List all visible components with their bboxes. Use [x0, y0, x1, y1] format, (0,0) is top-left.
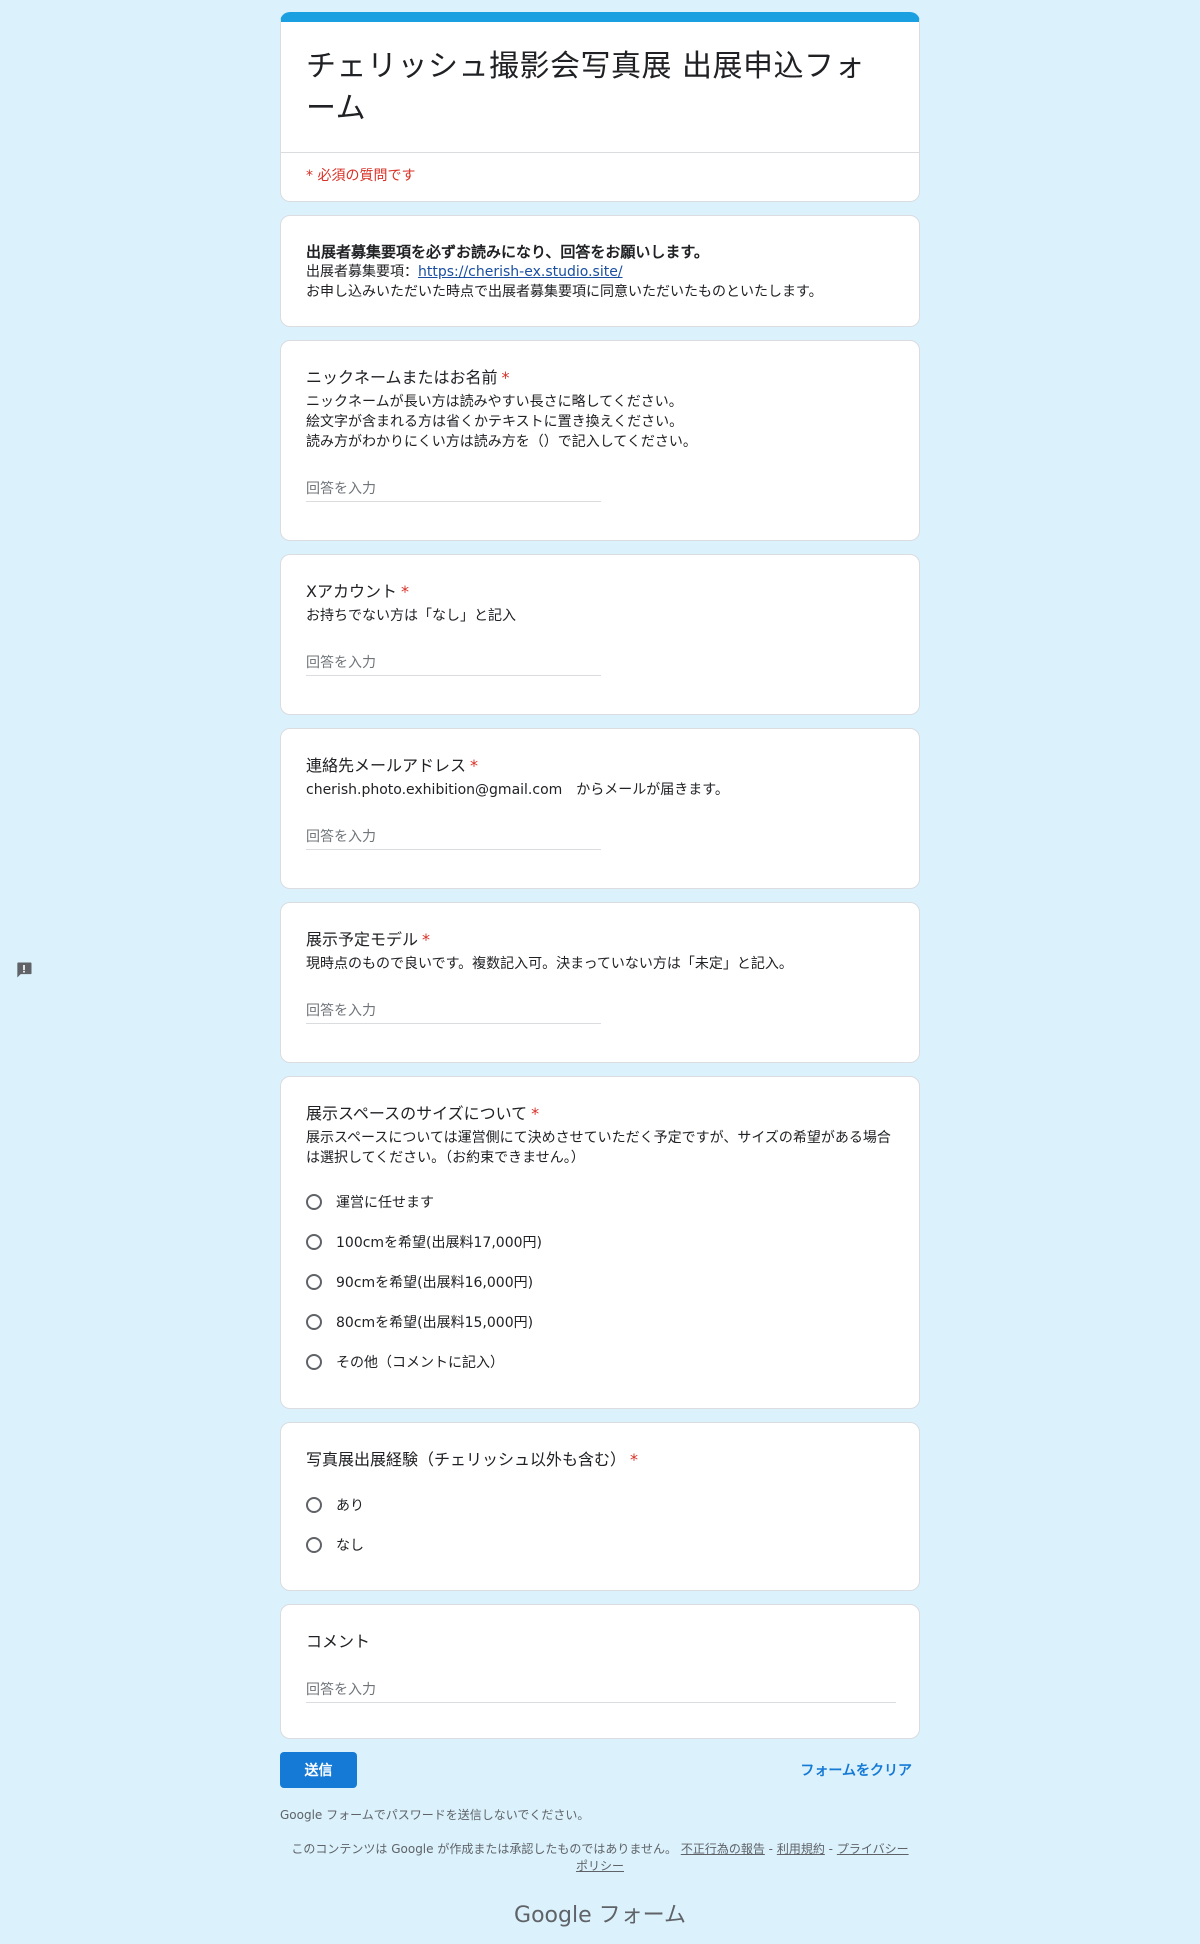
radio-button[interactable]: [306, 1497, 322, 1513]
question-space-card: 展示スペースのサイズについて * 展示スペースについては運営側にて決めさせていただ…: [280, 1076, 920, 1409]
clear-form-button[interactable]: フォームをクリア: [800, 1760, 912, 1780]
question-help: ニックネームが長い方は読みやすい長さに略してください。 絵文字が含まれる方は省く…: [306, 392, 894, 452]
question-email-card: 連絡先メールアドレス * cherish.photo.exhibition@gma…: [280, 728, 920, 889]
question-experience-title: 写真展出展経験（チェリッシュ以外も含む）: [306, 1450, 627, 1469]
required-star: *: [400, 582, 409, 601]
question-name-card: ニックネームまたはお名前 * ニックネームが長い方は読みやすい長さに略してください…: [280, 340, 920, 541]
question-model-help: 現時点のもので良いです。複数記入可。決まっていない方は「未定」と記入。: [306, 956, 793, 972]
radio-button[interactable]: [306, 1274, 322, 1290]
x-account-input[interactable]: 回答を入力: [306, 652, 601, 676]
required-star: *: [630, 1450, 639, 1469]
footer-separator: -: [768, 1842, 773, 1856]
guidelines-link[interactable]: https://cherish-ex.studio.site/: [418, 264, 623, 280]
question-title: Xアカウント *: [306, 581, 894, 603]
question-title: 写真展出展経験（チェリッシュ以外も含む） *: [306, 1449, 894, 1471]
radio-group-space: 運営に任せます 100cmを希望(出展料17,000円) 90cmを希望(出展料…: [306, 1182, 894, 1382]
radio-group-experience: あり なし: [306, 1485, 894, 1565]
description-link-prefix: 出展者募集要項：: [306, 264, 418, 280]
disclaimer-text: このコンテンツは Google が作成または承認したものではありません。: [291, 1842, 677, 1856]
description-link-line: 出展者募集要項：https://cherish-ex.studio.site/: [306, 262, 894, 282]
question-email-help: cherish.photo.exhibition@gmail.com からメール…: [306, 782, 729, 798]
terms-link[interactable]: 利用規約: [777, 1842, 825, 1856]
radio-option[interactable]: その他（コメントに記入）: [306, 1342, 894, 1382]
radio-label: 90cmを希望(出展料16,000円): [336, 1275, 534, 1291]
question-x-account-title: Xアカウント: [306, 582, 397, 601]
radio-option[interactable]: 80cmを希望(出展料15,000円): [306, 1302, 894, 1342]
radio-label: あり: [336, 1498, 364, 1514]
question-space-help: 展示スペースについては運営側にて決めさせていただく予定ですが、サイズの希望がある…: [306, 1130, 891, 1166]
description-note: お申し込みいただいた時点で出展者募集要項に同意いただいたものといたします。: [306, 284, 823, 300]
radio-button[interactable]: [306, 1194, 322, 1210]
form-header-card: チェリッシュ撮影会写真展 出展申込フォーム * 必須の質問です: [280, 12, 920, 202]
radio-label: 運営に任せます: [336, 1195, 434, 1211]
question-x-account-help: お持ちでない方は「なし」と記入: [306, 608, 516, 624]
google-forms-logo[interactable]: Google フォーム: [280, 1897, 920, 1929]
required-note: * 必須の質問です: [306, 168, 416, 184]
question-title: 連絡先メールアドレス *: [306, 755, 894, 777]
model-input[interactable]: 回答を入力: [306, 1000, 601, 1024]
question-comment-title: コメント: [306, 1632, 371, 1651]
question-email-title: 連絡先メールアドレス: [306, 756, 467, 775]
radio-button[interactable]: [306, 1314, 322, 1330]
footer-disclaimer: このコンテンツは Google が作成または承認したものではありません。 不正行…: [280, 1841, 920, 1875]
feedback-icon[interactable]: [14, 960, 34, 980]
question-experience-card: 写真展出展経験（チェリッシュ以外も含む） * あり なし: [280, 1422, 920, 1591]
description-card: 出展者募集要項を必ずお読みになり、回答をお願いします。 出展者募集要項：http…: [280, 215, 920, 327]
question-model-title: 展示予定モデル: [306, 930, 419, 949]
google-wordmark: Google: [514, 1903, 592, 1928]
form-actions: 送信 フォームをクリア: [280, 1752, 920, 1788]
question-title: 展示予定モデル *: [306, 929, 894, 951]
required-star: *: [470, 756, 479, 775]
email-input[interactable]: 回答を入力: [306, 826, 601, 850]
question-name-help-line: 絵文字が含まれる方は省くかテキストに置き換えください。: [306, 414, 684, 430]
required-star: *: [501, 368, 510, 387]
radio-option[interactable]: 90cmを希望(出展料16,000円): [306, 1262, 894, 1302]
question-name-title: ニックネームまたはお名前: [306, 368, 498, 387]
radio-button[interactable]: [306, 1537, 322, 1553]
radio-button[interactable]: [306, 1354, 322, 1370]
question-name-help-line: 読み方がわかりにくい方は読み方を（）で記入してください。: [306, 434, 697, 450]
question-title: 展示スペースのサイズについて *: [306, 1103, 894, 1125]
radio-option[interactable]: なし: [306, 1525, 894, 1565]
radio-label: 80cmを希望(出展料15,000円): [336, 1315, 534, 1331]
required-star: *: [531, 1104, 540, 1123]
forms-wordmark: フォーム: [598, 1903, 686, 1928]
password-warning: Google フォームでパスワードを送信しないでください。: [280, 1808, 590, 1822]
required-star: *: [422, 930, 431, 949]
submit-button[interactable]: 送信: [280, 1752, 357, 1788]
question-title: ニックネームまたはお名前 *: [306, 367, 894, 389]
report-abuse-link[interactable]: 不正行為の報告: [681, 1842, 765, 1856]
radio-option[interactable]: 100cmを希望(出展料17,000円): [306, 1222, 894, 1262]
question-x-account-card: Xアカウント * お持ちでない方は「なし」と記入 回答を入力: [280, 554, 920, 715]
form-title: チェリッシュ撮影会写真展 出展申込フォーム: [306, 49, 866, 126]
radio-label: 100cmを希望(出展料17,000円): [336, 1235, 542, 1251]
form-container: チェリッシュ撮影会写真展 出展申込フォーム * 必須の質問です 出展者募集要項を…: [280, 12, 920, 1929]
name-input[interactable]: 回答を入力: [306, 478, 601, 502]
question-model-card: 展示予定モデル * 現時点のもので良いです。複数記入可。決まっていない方は「未定」…: [280, 902, 920, 1063]
description-bold: 出展者募集要項を必ずお読みになり、回答をお願いします。: [306, 243, 709, 261]
radio-button[interactable]: [306, 1234, 322, 1250]
radio-label: なし: [336, 1538, 364, 1554]
radio-label: その他（コメントに記入）: [336, 1355, 504, 1371]
radio-option[interactable]: あり: [306, 1485, 894, 1525]
question-name-help-line: ニックネームが長い方は読みやすい長さに略してください。: [306, 394, 683, 410]
question-comment-card: コメント 回答を入力: [280, 1604, 920, 1739]
footer-separator: -: [828, 1842, 834, 1856]
comment-input[interactable]: 回答を入力: [306, 1679, 896, 1703]
question-space-title: 展示スペースのサイズについて: [306, 1104, 528, 1123]
radio-option[interactable]: 運営に任せます: [306, 1182, 894, 1222]
